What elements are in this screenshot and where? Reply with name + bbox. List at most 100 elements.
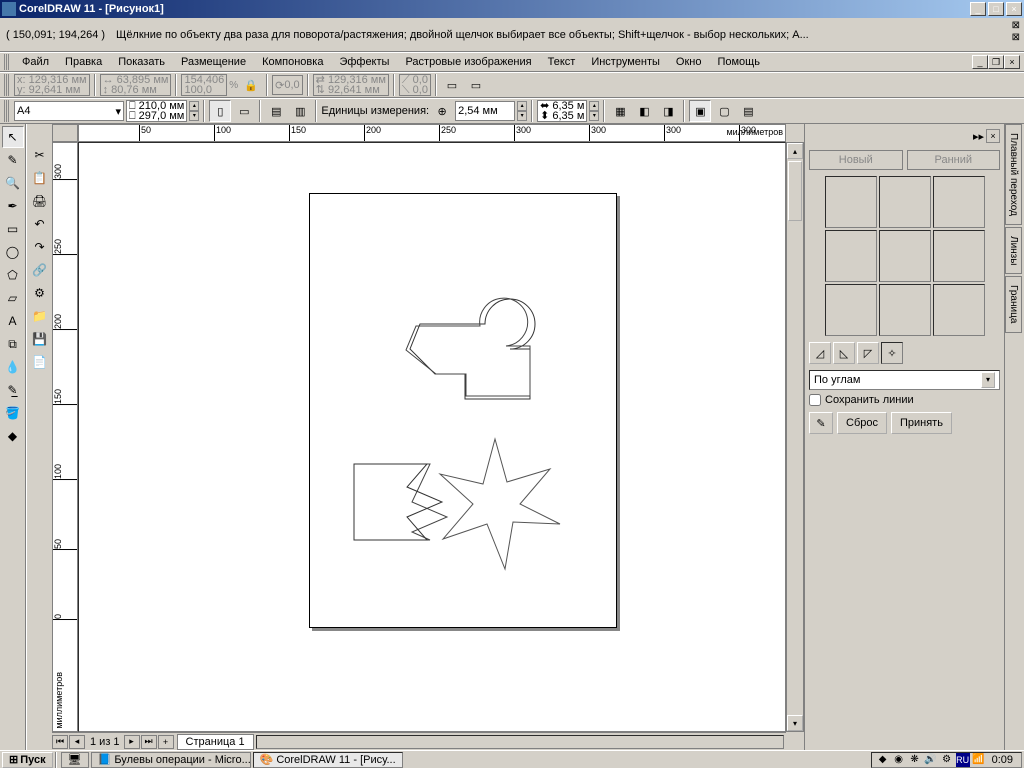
maximize-button[interactable]: □ [988, 2, 1004, 16]
to-back-button[interactable]: ▭ [465, 74, 487, 96]
snap-button-3[interactable]: ◨ [657, 100, 679, 122]
interactive-fill-tool[interactable]: ◆ [2, 425, 24, 447]
basic-shapes-tool[interactable]: ▱ [2, 287, 24, 309]
menu-layout[interactable]: Компоновка [254, 54, 331, 70]
dim-spinner[interactable]: ▴▾ [189, 101, 199, 121]
apply-all-button[interactable]: ▤ [265, 100, 287, 122]
step-spinner[interactable]: ▴▾ [517, 101, 527, 121]
menu-file[interactable]: Файл [14, 54, 57, 70]
to-front-button[interactable]: ▭ [441, 74, 463, 96]
aux-tool-5[interactable]: ↷ [29, 236, 51, 258]
start-button[interactable]: ⊞ Пуск [2, 752, 53, 768]
nudge-step[interactable]: 2,54 мм [455, 101, 515, 121]
menu-tools[interactable]: Инструменты [583, 54, 668, 70]
preset-2[interactable]: ◺ [833, 342, 855, 364]
task-word[interactable]: 📘 Булевы операции - Micro... [91, 752, 251, 768]
option-button-2[interactable]: ▢ [713, 100, 735, 122]
polygon-tool[interactable]: ⬠ [2, 264, 24, 286]
tray-icon-6[interactable]: 📶 [972, 753, 986, 767]
tray-icon-4[interactable]: 🔊 [924, 753, 938, 767]
menu-effects[interactable]: Эффекты [331, 54, 397, 70]
preset-3[interactable]: ◸ [857, 342, 879, 364]
doc-minimize-button[interactable]: _ [972, 55, 988, 69]
tray-icon-2[interactable]: ◉ [892, 753, 906, 767]
portrait-button[interactable]: ▯ [209, 100, 231, 122]
aux-tool-9[interactable]: 💾 [29, 328, 51, 350]
aux-tool-1[interactable]: ✂ [29, 144, 51, 166]
option-button-1[interactable]: ▣ [689, 100, 711, 122]
task-coreldraw[interactable]: 🎨 CorelDRAW 11 - [Рису... [253, 752, 403, 768]
option-button-3[interactable]: ▤ [737, 100, 759, 122]
aux-tool-3[interactable]: 🖨 [29, 190, 51, 212]
aux-tool-7[interactable]: ⚙ [29, 282, 51, 304]
menu-help[interactable]: Помощь [709, 54, 768, 70]
toolbar-grip[interactable] [4, 74, 10, 96]
anchor-grid[interactable] [825, 176, 985, 336]
pick-tool[interactable]: ↖ [2, 126, 24, 148]
fill-swatch-icon[interactable]: ⊠ [1012, 20, 1020, 31]
ruler-vertical[interactable]: 300 250 200 150 100 50 0 миллиметров [52, 142, 78, 732]
aux-tool-2[interactable]: 📋 [29, 167, 51, 189]
clock[interactable]: 0:09 [988, 754, 1017, 766]
toolbar-grip[interactable] [4, 54, 10, 70]
landscape-button[interactable]: ▭ [233, 100, 255, 122]
aux-tool-4[interactable]: ↶ [29, 213, 51, 235]
doc-restore-button[interactable]: ❐ [988, 55, 1004, 69]
mode-dropdown[interactable]: По углам▾ [809, 370, 1000, 390]
prev-page-button[interactable]: ◂ [69, 735, 85, 749]
blend-tool[interactable]: ⧉ [2, 333, 24, 355]
lock-ratio-button[interactable]: 🔒 [240, 74, 262, 96]
doc-close-button[interactable]: × [1004, 55, 1020, 69]
docker-close-button[interactable]: × [986, 129, 1000, 143]
eyedropper-action[interactable]: ✎ [809, 412, 833, 434]
ruler-horizontal[interactable]: 50 100 150 200 250 300 300 300 300 милли… [78, 124, 786, 142]
save-lines-check[interactable]: Сохранить линии [809, 394, 1000, 406]
ruler-origin[interactable] [52, 124, 78, 142]
offset-spinner[interactable]: ▴▾ [589, 101, 599, 121]
minimize-button[interactable]: _ [970, 2, 986, 16]
scroll-thumb-v[interactable] [788, 161, 802, 221]
docker-tab-lens[interactable]: Линзы [1005, 227, 1022, 274]
add-page-button[interactable]: + [158, 735, 174, 749]
language-indicator[interactable]: RU [956, 753, 970, 767]
snap-button-1[interactable]: ▦ [609, 100, 631, 122]
outline-tool[interactable]: ✎̲ [2, 379, 24, 401]
menu-bitmaps[interactable]: Растровые изображения [397, 54, 539, 70]
page-tab-1[interactable]: Страница 1 [177, 734, 254, 750]
ellipse-tool[interactable]: ◯ [2, 241, 24, 263]
paper-size-combo[interactable]: A4▾ [14, 101, 124, 121]
last-page-button[interactable]: ⏭ [141, 735, 157, 749]
menu-edit[interactable]: Правка [57, 54, 110, 70]
snap-button-2[interactable]: ◧ [633, 100, 655, 122]
text-tool[interactable]: A [2, 310, 24, 332]
page[interactable] [309, 193, 617, 628]
tray-icon-5[interactable]: ⚙ [940, 753, 954, 767]
first-page-button[interactable]: ⏮ [52, 735, 68, 749]
horizontal-scrollbar[interactable] [256, 735, 784, 749]
quicklaunch-1[interactable]: 🖥 [61, 752, 89, 768]
freehand-tool[interactable]: ✒ [2, 195, 24, 217]
welded-shape-top-real[interactable] [388, 294, 543, 409]
menu-view[interactable]: Показать [110, 54, 173, 70]
tray-icon-3[interactable]: ❋ [908, 753, 922, 767]
reset-button[interactable]: Сброс [837, 412, 887, 434]
rectangle-tool[interactable]: ▭ [2, 218, 24, 240]
aux-tool-10[interactable]: 📄 [29, 351, 51, 373]
preset-4[interactable]: ✧ [881, 342, 903, 364]
docker-tab-boundary[interactable]: Граница [1005, 276, 1022, 332]
menu-arrange[interactable]: Размещение [173, 54, 254, 70]
apply-current-button[interactable]: ▥ [289, 100, 311, 122]
eyedropper-tool[interactable]: 💧 [2, 356, 24, 378]
menu-text[interactable]: Текст [540, 54, 584, 70]
units-icon[interactable]: ⊕ [431, 100, 453, 122]
vertical-scrollbar[interactable]: ▴ ▾ [786, 142, 804, 732]
zoom-tool[interactable]: 🔍 [2, 172, 24, 194]
apply-button[interactable]: Принять [891, 412, 952, 434]
workspace[interactable] [78, 142, 786, 732]
shape-tool[interactable]: ✎ [2, 149, 24, 171]
close-button[interactable]: × [1006, 2, 1022, 16]
toolbar-grip[interactable] [4, 100, 10, 122]
star-shape[interactable] [425, 434, 565, 574]
fill-tool[interactable]: 🪣 [2, 402, 24, 424]
tray-icon-1[interactable]: ◆ [876, 753, 890, 767]
